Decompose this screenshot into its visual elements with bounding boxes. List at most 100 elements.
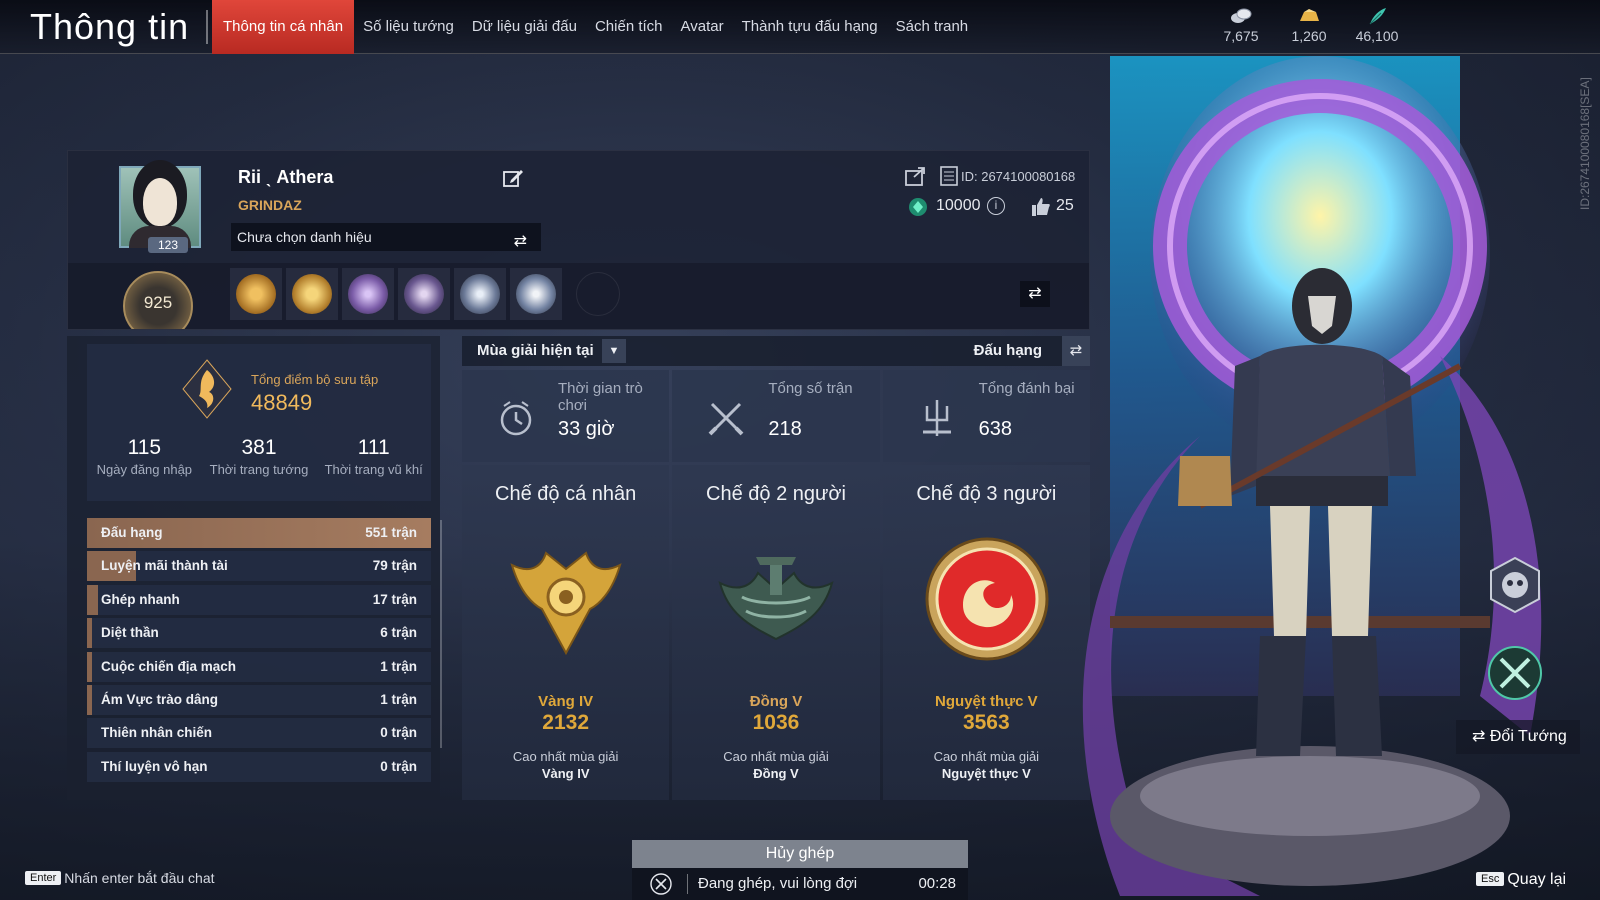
tab-achievements[interactable]: Chiến tích <box>586 0 672 54</box>
gold-helm-icon <box>292 274 332 314</box>
chat-hint-text: Nhấn enter bắt đầu chat <box>64 870 215 886</box>
empty-badge-slot[interactable] <box>576 272 620 316</box>
season-dropdown-label: Mùa giải hiện tại <box>477 342 594 359</box>
trio-mode-title: Chế độ 3 người <box>916 483 1057 505</box>
thumbs-up-icon[interactable] <box>1031 197 1051 217</box>
mode-share-bar <box>87 584 98 615</box>
weapon-skins-label: Thời trang vũ khí <box>324 462 423 477</box>
top-bar: Thông tin Thông tin cá nhân Số liệu tướn… <box>0 0 1600 54</box>
badge-lotus[interactable] <box>454 268 506 320</box>
duo-points: 1036 <box>752 711 800 734</box>
share-icon[interactable] <box>904 165 928 187</box>
currency-gold[interactable]: 1,260 <box>1286 6 1332 44</box>
edit-icon[interactable] <box>502 167 524 189</box>
mode-row[interactable]: Ám Vực trào dâng 1 trận <box>87 684 431 715</box>
back-label: Quay lại <box>1507 871 1567 888</box>
mode-row[interactable]: Thiên nhân chiến 0 trận <box>87 718 431 749</box>
coin-stack-icon <box>1231 8 1252 23</box>
oni-mask-button[interactable] <box>1486 556 1544 614</box>
season-panel: Mùa giải hiện tại ▼ Đấu hạng ⇄ Thời gian… <box>462 336 1090 800</box>
title-divider <box>206 10 208 44</box>
player-level: 123 <box>148 237 188 253</box>
title-selector[interactable]: Chưa chọn danh hiệu ⇄ <box>231 223 541 251</box>
mode-row[interactable]: Cuộc chiến địa mạch 1 trận <box>87 651 431 682</box>
tab-hero-stats[interactable]: Số liệu tướng <box>354 0 463 54</box>
currency-feather[interactable]: 46,100 <box>1354 6 1400 44</box>
skill-button[interactable] <box>1486 644 1544 702</box>
collection-box: Tổng điểm bộ sưu tập 48849 115 Ngày đăng… <box>87 344 431 501</box>
mode-row[interactable]: Diệt thần 6 trận <box>87 618 431 649</box>
cancel-matchmaking-button[interactable]: Hủy ghép <box>632 840 968 868</box>
crown-icon <box>404 274 444 314</box>
mode-list-scrollbar[interactable] <box>440 520 442 748</box>
trident-icon <box>922 400 951 436</box>
mode-row[interactable]: Ghép nhanh 17 trận <box>87 584 431 615</box>
duo-rank-card[interactable]: Chế độ 2 người Đồng V 1036 Cao nhất mùa … <box>672 465 880 800</box>
hero-skins-value: 381 <box>241 436 277 459</box>
clock-icon <box>500 401 532 436</box>
rank-score-badge[interactable]: 925 <box>116 269 200 329</box>
crossed-swords-icon <box>650 873 672 895</box>
info-icon[interactable]: i <box>987 197 1005 215</box>
tab-ranked-achievements[interactable]: Thành tựu đấu hạng <box>733 0 887 54</box>
mode-count: 551 trận <box>365 525 417 540</box>
player-id: ID: 2674100080168 <box>961 169 1076 184</box>
currency-coins[interactable]: 7,675 <box>1218 6 1264 44</box>
avatar[interactable] <box>119 166 201 248</box>
playtime-value: 33 giờ <box>558 418 615 440</box>
mode-name: Ghép nhanh <box>101 591 180 607</box>
tab-personal-info[interactable]: Thông tin cá nhân <box>212 0 355 54</box>
badge-swirl[interactable] <box>342 268 394 320</box>
mode-name: Cuộc chiến địa mạch <box>101 658 237 674</box>
tab-artbook[interactable]: Sách tranh <box>887 0 978 54</box>
solo-rank-card[interactable]: Chế độ cá nhân Vàng IV 2132 Cao nhất mùa… <box>462 465 670 800</box>
playtime-label: Thời gian trò chơi <box>558 380 643 414</box>
collection-emblem-icon <box>182 359 232 419</box>
mode-list: Đấu hạng 551 trận Luyện mãi thành tài 79 tr… <box>87 518 431 785</box>
rank-cards: Chế độ cá nhân Vàng IV 2132 Cao nhất mùa… <box>462 465 1090 800</box>
bronze-emblem-icon <box>718 557 834 641</box>
back-button[interactable]: Esc Quay lại <box>1476 871 1566 889</box>
title-selector-label: Chưa chọn danh hiệu <box>237 229 372 245</box>
collection-label: Tổng điểm bộ sưu tập <box>251 372 379 387</box>
mode-count: 0 trận <box>380 758 417 774</box>
rank-score: 925 <box>143 293 173 312</box>
season-header: Mùa giải hiện tại ▼ Đấu hạng ⇄ <box>462 336 1090 366</box>
matchmaking-panel: Hủy ghép Đang ghép, vui lòng đợi 00:28 <box>632 840 968 900</box>
hero-skins-stat: 381 Thời trang tướng <box>202 436 317 477</box>
season-dropdown[interactable]: Mùa giải hiện tại ▼ <box>462 336 626 366</box>
trio-rank-card[interactable]: Chế độ 3 người Nguyệt thực V 3563 Cao nh… <box>882 465 1090 800</box>
login-days-value: 115 <box>127 436 162 459</box>
crossed-swords-icon <box>708 402 744 436</box>
currency-feather-value: 46,100 <box>1355 28 1399 44</box>
mode-name: Thiên nhân chiến <box>101 725 213 741</box>
wave-icon <box>516 274 556 314</box>
mode-share-bar <box>87 684 93 715</box>
change-hero-label: Đổi Tướng <box>1489 728 1567 745</box>
power-value: 10000 <box>936 197 981 214</box>
matchmaking-text: Đang ghép, vui lòng đợi <box>698 875 858 892</box>
mode-share-bar <box>87 651 93 682</box>
tab-tournament-data[interactable]: Dữ liệu giải đấu <box>463 0 586 54</box>
duo-peak-tier: Đồng V <box>753 766 799 781</box>
tab-avatar[interactable]: Avatar <box>672 0 733 54</box>
mode-row[interactable]: Thí luyện vô hạn 0 trận <box>87 751 431 782</box>
swirl-icon <box>348 274 388 314</box>
mode-row[interactable]: Đấu hạng 551 trận <box>87 518 431 548</box>
solo-points: 2132 <box>542 711 590 734</box>
badge-wave[interactable] <box>510 268 562 320</box>
player-name: Rii ˎ Athera <box>238 167 334 187</box>
hero-illustration <box>1082 56 1542 896</box>
matches-label: Tổng số trận <box>768 380 853 397</box>
chat-hint[interactable]: Enter Nhấn enter bắt đầu chat <box>25 870 215 886</box>
badge-crown[interactable] <box>398 268 450 320</box>
badge-gold-helm[interactable] <box>286 268 338 320</box>
mode-count: 6 trận <box>380 625 417 641</box>
badge-gold-seal[interactable] <box>230 268 282 320</box>
mode-filter[interactable]: Đấu hạng <box>974 336 1042 366</box>
change-hero-button[interactable]: ⇄ Đổi Tướng <box>1456 720 1580 754</box>
badge-swap-button[interactable]: ⇄ <box>1020 281 1050 307</box>
mode-name: Thí luyện vô hạn <box>101 758 208 774</box>
gold-emblem-icon <box>510 551 622 656</box>
mode-row[interactable]: Luyện mãi thành tài 79 trận <box>87 551 431 582</box>
